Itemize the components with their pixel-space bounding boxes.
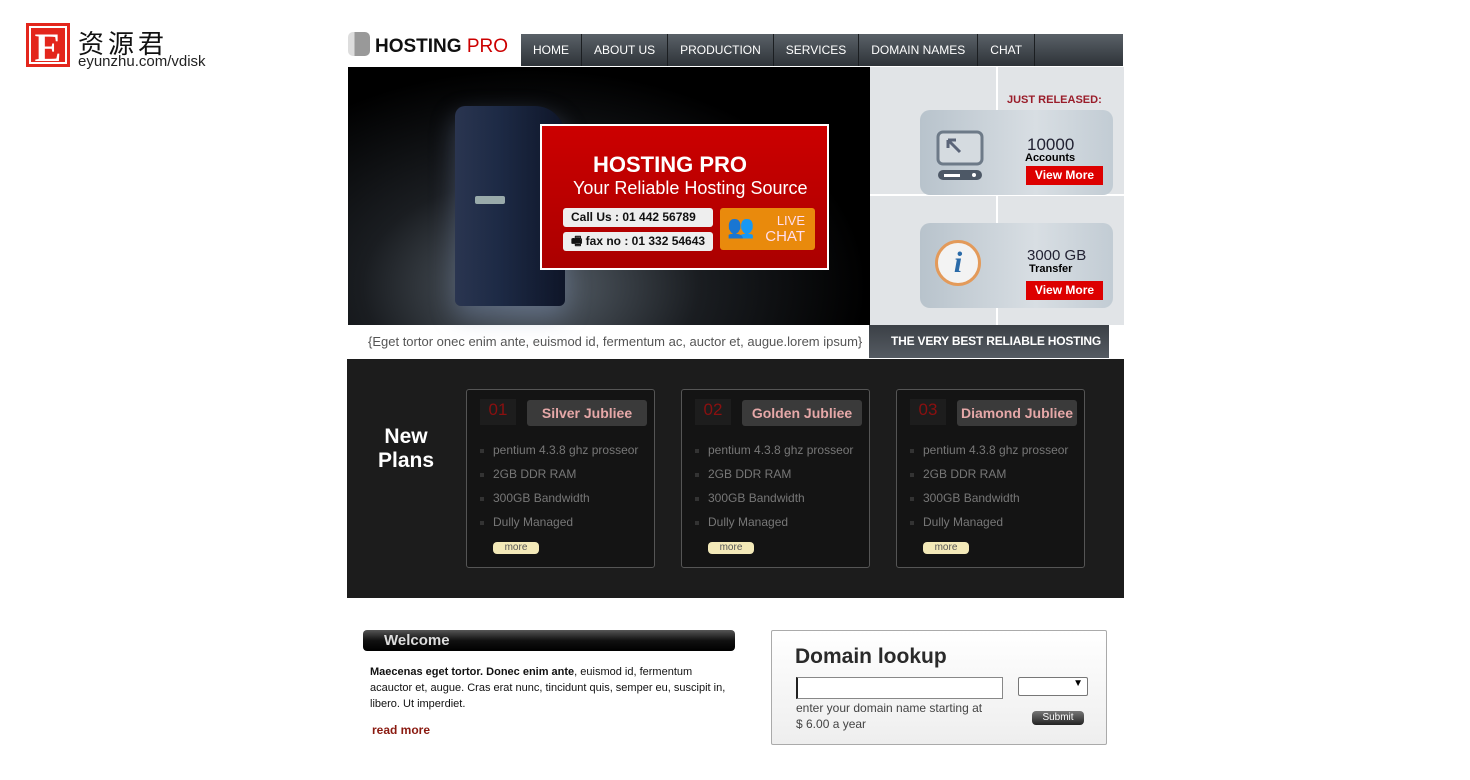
brand-logo[interactable]: HOSTING PRO: [375, 36, 508, 58]
call-us: Call Us : 01 442 56789: [563, 208, 713, 227]
plan-feature: pentium 4.3.8 ghz prosseor: [909, 443, 1069, 457]
welcome-bold: Maecenas eget tortor. Donec enim ante: [370, 666, 575, 678]
plan-feature: pentium 4.3.8 ghz prosseor: [479, 443, 639, 457]
live-label: LIVE: [776, 213, 805, 228]
plan-feature: 2GB DDR RAM: [694, 467, 792, 481]
plan-name: Diamond Jubliee: [957, 400, 1077, 426]
plan-feature: 300GB Bandwidth: [910, 491, 1020, 505]
domain-lookup-title: Domain lookup: [795, 645, 947, 668]
fax-text: fax no : 01 332 54643: [585, 234, 706, 248]
plan-feature: Dully Managed: [479, 515, 574, 529]
plan-name: Golden Jubliee: [742, 400, 862, 426]
domain-input[interactable]: [796, 677, 1003, 699]
plan-card: 01 Silver Jubliee pentium 4.3.8 ghz pros…: [466, 389, 655, 568]
tagline: {Eget tortor onec enim ante, euismod id,…: [368, 334, 863, 349]
accounts-label: Accounts: [1025, 152, 1076, 164]
best-hosting-banner: THE VERY BEST RELIABLE HOSTING: [869, 325, 1109, 358]
plan-feature: 300GB Bandwidth: [480, 491, 590, 505]
plan-feature: 2GB DDR RAM: [909, 467, 1007, 481]
plan-card: 03 Diamond Jubliee pentium 4.3.8 ghz pro…: [896, 389, 1085, 568]
promo-title: HOSTING PRO: [593, 152, 748, 177]
transfer-value: 3000 GB: [1027, 247, 1087, 264]
plan-feature: 2GB DDR RAM: [479, 467, 577, 481]
read-more-link[interactable]: read more: [372, 723, 430, 737]
plan-name: Silver Jubliee: [527, 400, 647, 426]
people-chat-icon: 👥: [727, 214, 755, 239]
nav-services[interactable]: SERVICES: [774, 34, 860, 66]
domain-hint: enter your domain name starting at $ 6.0…: [796, 701, 983, 731]
watermark-logo: E: [26, 23, 70, 70]
plan-more-button[interactable]: more: [708, 542, 754, 554]
fax-icon: 🖷: [571, 234, 586, 248]
plan-card: 02 Golden Jubliee pentium 4.3.8 ghz pros…: [681, 389, 870, 568]
brand-logo-icon: [348, 32, 370, 56]
brand-suffix: PRO: [466, 36, 509, 57]
main-nav: HOME ABOUT US PRODUCTION SERVICES DOMAIN…: [521, 34, 1123, 66]
brand-name: HOSTING: [375, 36, 462, 57]
view-more-accounts-button[interactable]: View More: [1026, 166, 1103, 185]
transfer-label: Transfer: [1029, 263, 1073, 275]
nav-production[interactable]: PRODUCTION: [668, 34, 774, 66]
just-released-label: JUST RELEASED:: [1007, 94, 1102, 106]
plan-number: 01: [480, 399, 516, 425]
promo-subtitle: Your Reliable Hosting Source: [573, 178, 808, 198]
chevron-down-icon: ▼: [1073, 678, 1083, 689]
info-icon: i: [935, 240, 981, 286]
submit-button[interactable]: Submit: [1032, 711, 1084, 725]
nav-chat[interactable]: CHAT: [978, 34, 1036, 66]
plan-number: 02: [695, 399, 731, 425]
plan-more-button[interactable]: more: [493, 542, 539, 554]
plan-feature: Dully Managed: [909, 515, 1004, 529]
tld-select[interactable]: ▼: [1018, 677, 1088, 696]
welcome-heading: Welcome: [363, 630, 735, 651]
fax-number: 🖷 fax no : 01 332 54643: [563, 232, 713, 251]
welcome-text: Maecenas eget tortor. Donec enim ante, e…: [370, 664, 735, 712]
plan-more-button[interactable]: more: [923, 542, 969, 554]
plan-feature: Dully Managed: [694, 515, 789, 529]
nav-home[interactable]: HOME: [521, 34, 582, 66]
computer-cursor-icon: [936, 130, 984, 180]
nav-about-us[interactable]: ABOUT US: [582, 34, 669, 66]
view-more-transfer-button[interactable]: View More: [1026, 281, 1103, 300]
nav-domain-names[interactable]: DOMAIN NAMES: [859, 34, 979, 66]
watermark-url: eyunzhu.com/vdisk: [78, 53, 206, 70]
plans-title: New Plans: [377, 425, 435, 472]
plan-feature: pentium 4.3.8 ghz prosseor: [694, 443, 854, 457]
plan-feature: 300GB Bandwidth: [695, 491, 805, 505]
plan-number: 03: [910, 399, 946, 425]
